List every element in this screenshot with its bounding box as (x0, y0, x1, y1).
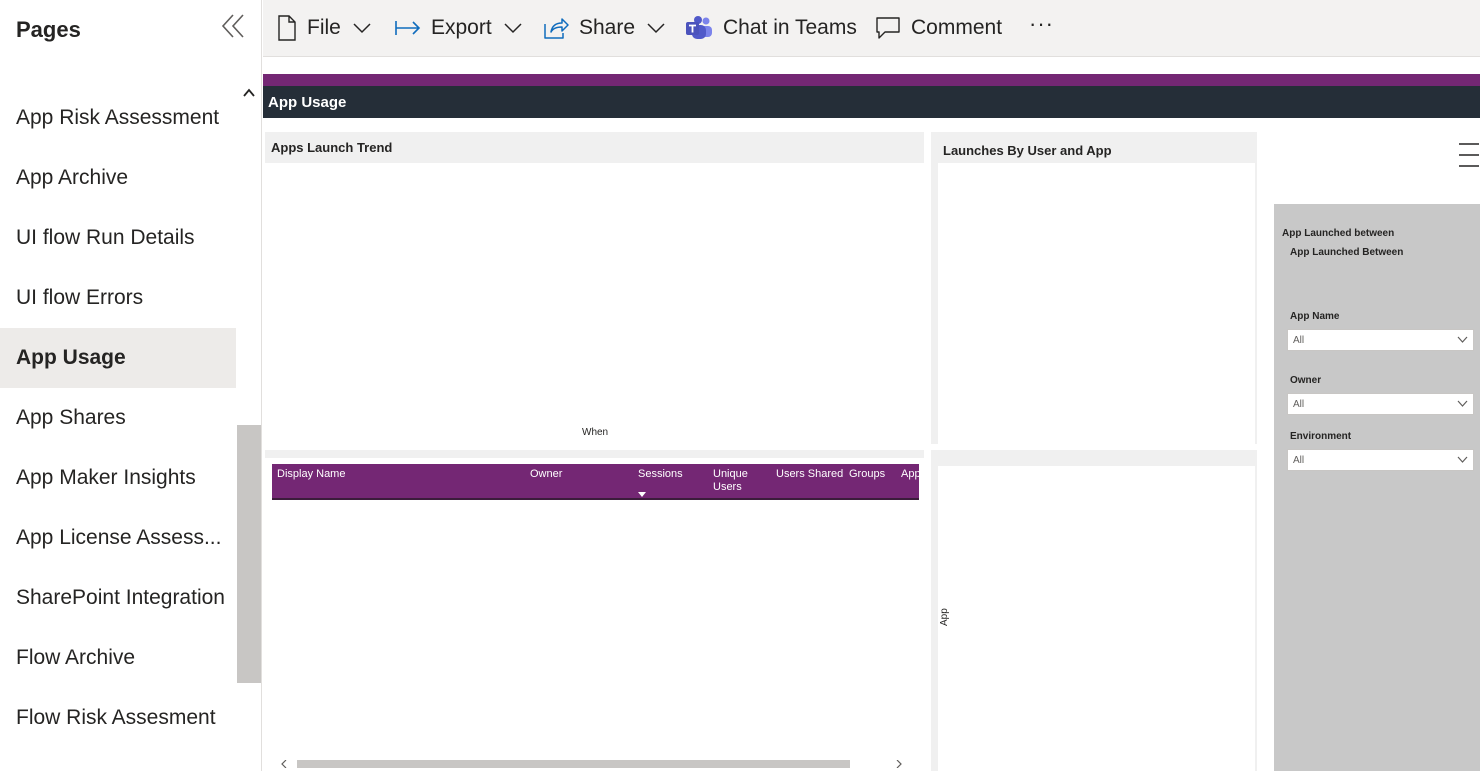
column-header-app[interactable]: App (901, 468, 919, 481)
chevron-down-icon (504, 23, 522, 34)
trend-x-axis-label: When (582, 427, 609, 438)
page-item-label: App Archive (16, 166, 129, 189)
column-header-users-shared[interactable]: Users Shared (776, 468, 843, 481)
page-item-label: UI flow Errors (16, 286, 144, 309)
app-name-filter-label: App Name (1290, 311, 1340, 322)
comment-button[interactable]: Comment (875, 10, 1002, 46)
sidebar-title: Pages (16, 17, 81, 42)
app-name-dropdown[interactable]: All (1287, 329, 1474, 351)
trend-title: Apps Launch Trend (271, 140, 393, 155)
page-item-sharepoint-integration[interactable]: SharePoint Integration (0, 568, 236, 628)
page-item-ui-flow-errors[interactable]: UI flow Errors (0, 268, 236, 328)
page-item-label: Flow Risk Assesment (16, 706, 216, 729)
column-header-owner[interactable]: Owner (530, 468, 562, 481)
share-label: Share (579, 16, 636, 39)
page-item-label: App Maker Insights (16, 466, 196, 489)
visual-menu-icon[interactable] (1459, 142, 1479, 168)
report-header: App Usage (263, 86, 1480, 118)
share-menu-button[interactable]: Share (543, 10, 665, 46)
scroll-left-icon[interactable] (280, 760, 288, 768)
filter-pane: App Launched between App Launched Betwee… (1274, 204, 1480, 771)
more-options-icon: ··· (1029, 11, 1054, 36)
page-list: App Risk Assessment App Archive UI flow … (0, 88, 236, 771)
app-name-dropdown-value: All (1293, 335, 1305, 346)
date-filter-subheading: App Launched Between (1290, 247, 1404, 258)
page-item-label: App Shares (16, 406, 126, 429)
owner-dropdown-value: All (1293, 399, 1305, 410)
page-item-label: Flow Archive (16, 646, 136, 669)
column-header-display-name[interactable]: Display Name (277, 468, 345, 481)
export-menu-button[interactable]: Export (395, 10, 522, 46)
page-item-app-shares[interactable]: App Shares (0, 388, 236, 448)
sort-descending-icon (638, 492, 646, 497)
table-header: Display Name Owner Sessions Unique Users … (272, 464, 919, 500)
environment-dropdown[interactable]: All (1287, 449, 1474, 471)
more-options-button[interactable]: ··· (1029, 6, 1054, 42)
horizontal-scrollbar-thumb[interactable] (297, 760, 850, 768)
page-item-app-usage[interactable]: App Usage (0, 328, 236, 388)
page-list-scrollbar[interactable] (237, 80, 261, 771)
page-item-app-license-assessment[interactable]: App License Assess... (0, 508, 236, 568)
page-item-ui-flow-run-details[interactable]: UI flow Run Details (0, 208, 236, 268)
page-item-app-risk-assessment[interactable]: App Risk Assessment (0, 88, 236, 148)
table-body-area (265, 458, 924, 771)
scroll-right-icon[interactable] (895, 760, 903, 768)
chevron-down-icon (1457, 336, 1468, 343)
comment-icon (876, 17, 900, 39)
share-icon (544, 18, 569, 39)
report-canvas: App Usage Apps Launch Trend When Launche… (263, 58, 1480, 771)
chevron-down-icon (1457, 400, 1468, 407)
table-horizontal-scrollbar[interactable] (272, 758, 919, 770)
column-header-sessions[interactable]: Sessions (638, 468, 683, 481)
scrollbar-thumb[interactable] (237, 425, 261, 683)
page-item-app-archive[interactable]: App Archive (0, 148, 236, 208)
export-label: Export (431, 16, 492, 39)
page-item-flow-archive[interactable]: Flow Archive (0, 628, 236, 688)
page-item-label: SharePoint Integration (16, 586, 225, 609)
export-icon (395, 21, 421, 35)
column-header-unique-users[interactable]: Unique Users (713, 468, 748, 494)
app-chart-plot-area (938, 466, 1255, 771)
page-item-label: UI flow Run Details (16, 226, 195, 249)
page-title: App Usage (268, 94, 347, 111)
environment-dropdown-value: All (1293, 455, 1305, 466)
launches-title: Launches By User and App (943, 143, 1112, 158)
page-item-app-maker-insights[interactable]: App Maker Insights (0, 448, 236, 508)
scroll-up-icon[interactable] (241, 86, 257, 100)
trend-plot-area (265, 163, 924, 444)
owner-dropdown[interactable]: All (1287, 393, 1474, 415)
file-icon (278, 15, 296, 41)
chevron-down-icon (1457, 456, 1468, 463)
comment-label: Comment (911, 16, 1003, 39)
collapse-pane-icon[interactable] (219, 12, 247, 40)
file-menu-button[interactable]: File (277, 10, 371, 46)
column-header-groups[interactable]: Groups (849, 468, 885, 481)
teams-icon (686, 16, 712, 39)
pages-sidebar: Pages App Risk Assessment App Archive UI… (0, 0, 262, 771)
environment-filter-label: Environment (1290, 431, 1352, 442)
chevron-down-icon (647, 23, 665, 34)
page-item-label: App Risk Assessment (16, 106, 220, 129)
accent-band (263, 74, 1480, 86)
page-item-flow-risk-assesment[interactable]: Flow Risk Assesment (0, 688, 236, 748)
toolbar: File Export Share Chat in Teams Comment … (263, 0, 1480, 57)
teams-label: Chat in Teams (723, 16, 857, 39)
date-filter-heading: App Launched between (1282, 228, 1395, 239)
page-item-label: App License Assess... (16, 526, 222, 549)
chevron-down-icon (353, 23, 371, 34)
launches-plot-area (938, 163, 1255, 444)
owner-filter-label: Owner (1290, 375, 1322, 386)
chat-in-teams-button[interactable]: Chat in Teams (685, 10, 857, 46)
app-chart-y-axis-label: App (939, 608, 950, 626)
page-item-label: App Usage (16, 346, 126, 369)
file-label: File (307, 16, 341, 39)
